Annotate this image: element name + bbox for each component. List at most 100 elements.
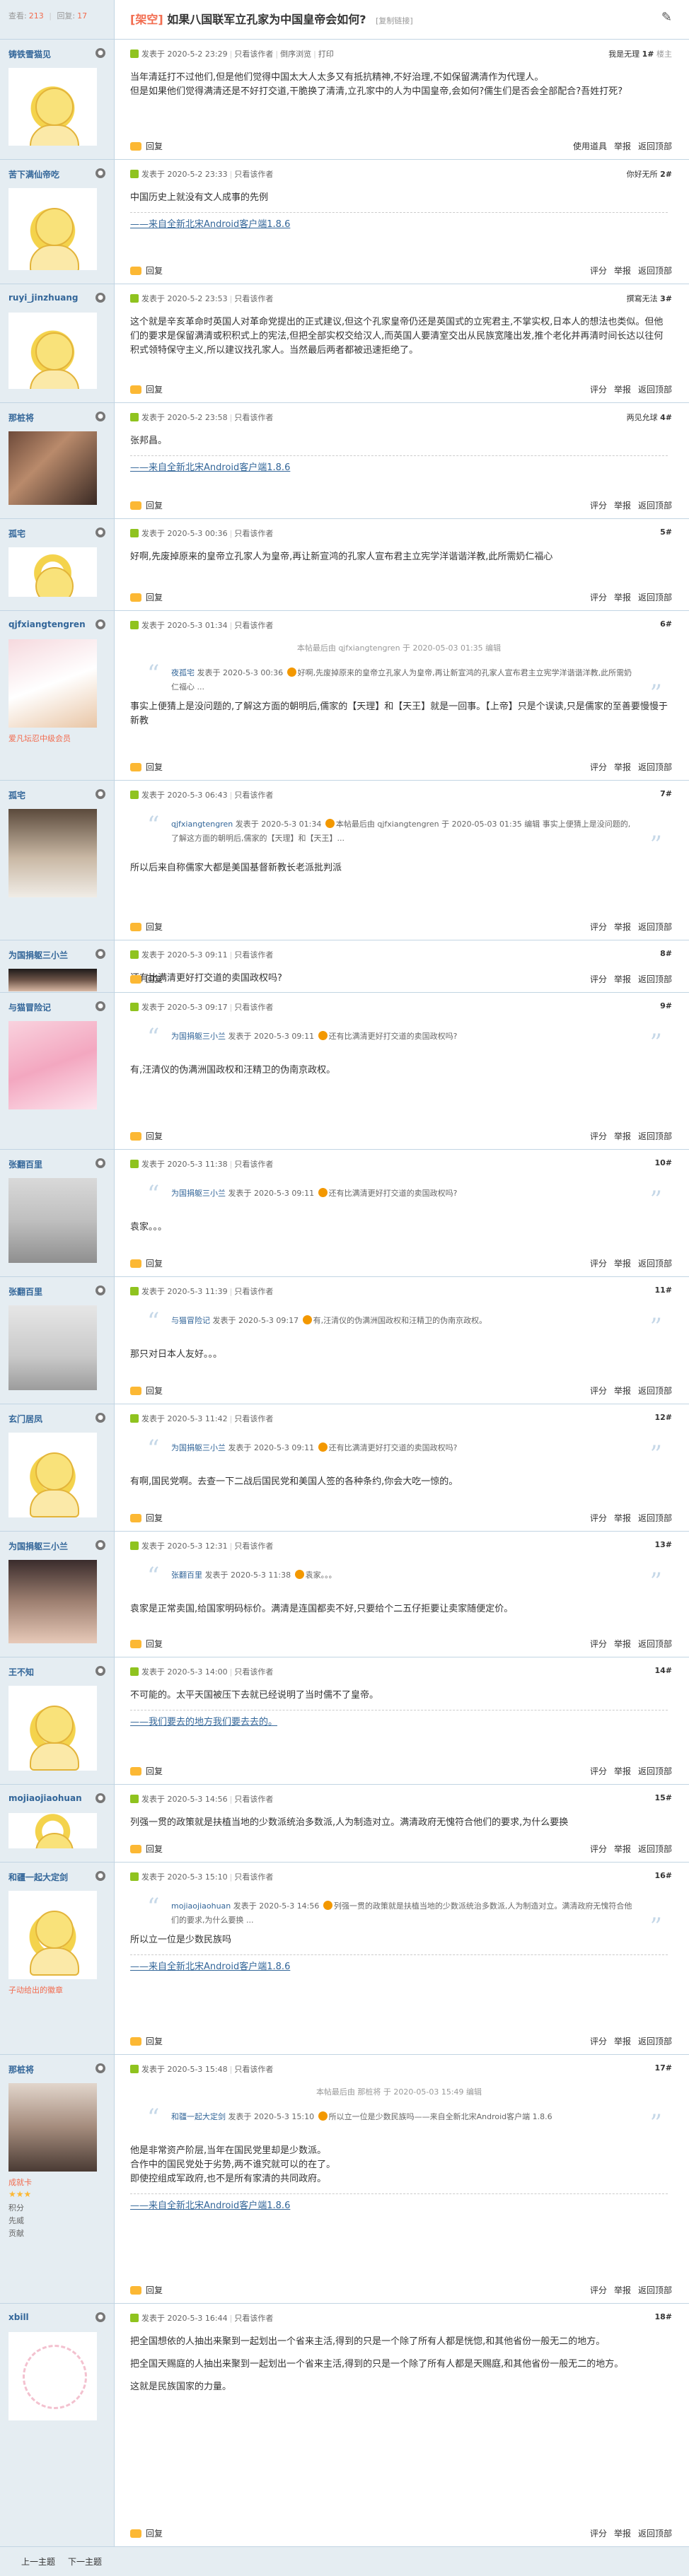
report-link[interactable]: 举报 — [614, 2285, 631, 2295]
thread-type-tag[interactable]: [架空] — [130, 13, 163, 26]
reverse-order-link[interactable]: 倒序浏览 — [280, 49, 311, 59]
rate-link[interactable]: 评分 — [590, 762, 607, 772]
quote-author[interactable]: 为国捐躯三小兰 — [171, 1032, 228, 1041]
only-author-link[interactable]: 只看该作者 — [234, 170, 273, 179]
back-to-top-link[interactable]: 返回顶部 — [638, 1259, 672, 1269]
reply-button[interactable]: 回复 — [130, 1843, 163, 1855]
author-name[interactable]: 玄门居凤 — [8, 1413, 42, 1425]
print-link[interactable]: 打印 — [318, 49, 334, 59]
quote-author[interactable]: 为国捐躯三小兰 — [171, 1189, 228, 1198]
floor-number[interactable]: 7# — [660, 789, 672, 798]
author-name[interactable]: xbill — [8, 2312, 29, 2322]
rate-link[interactable]: 评分 — [590, 1131, 607, 1141]
report-link[interactable]: 举报 — [614, 141, 631, 151]
back-to-top-link[interactable]: 返回顶部 — [638, 141, 672, 151]
floor-number[interactable]: 13# — [654, 1540, 672, 1549]
floor-number[interactable]: 5# — [660, 528, 672, 537]
back-to-top-link[interactable]: 返回顶部 — [638, 762, 672, 772]
next-thread-link[interactable]: 下一主题 — [68, 2555, 102, 2568]
edit-icon[interactable]: ✎ — [661, 10, 672, 25]
rate-link[interactable]: 评分 — [590, 501, 607, 511]
signature-link[interactable]: ——来自全新北宋Android客户端1.8.6 — [130, 2198, 290, 2211]
quote-author[interactable]: mojiaojiaohuan — [171, 1901, 233, 1911]
report-link[interactable]: 举报 — [614, 1766, 631, 1776]
reply-button[interactable]: 回复 — [130, 2284, 163, 2296]
only-author-link[interactable]: 只看该作者 — [234, 294, 273, 303]
only-author-link[interactable]: 只看该作者 — [234, 950, 273, 960]
reply-button[interactable]: 回复 — [130, 264, 163, 276]
quote-author[interactable]: qjfxiangtengren — [171, 820, 236, 829]
report-link[interactable]: 举报 — [614, 1259, 631, 1269]
only-author-link[interactable]: 只看该作者 — [234, 1541, 273, 1551]
author-name[interactable]: 那桩将 — [8, 412, 34, 424]
signature-link[interactable]: ——来自全新北宋Android客户端1.8.6 — [130, 460, 290, 473]
reply-button[interactable]: 回复 — [130, 499, 163, 511]
quote-author[interactable]: 为国捐躯三小兰 — [171, 1443, 228, 1452]
floor-number[interactable]: 18# — [654, 2312, 672, 2321]
author-name[interactable]: 张翻百里 — [8, 1286, 42, 1298]
only-author-link[interactable]: 只看该作者 — [234, 529, 273, 538]
avatar[interactable] — [8, 431, 97, 505]
reply-button[interactable]: 回复 — [130, 2035, 163, 2047]
quote-author[interactable]: 张翻百里 — [171, 1570, 205, 1580]
floor-number[interactable]: 我是无理 1# 楼主 — [608, 48, 672, 59]
only-author-link[interactable]: 只看该作者 — [234, 1287, 273, 1296]
avatar[interactable] — [8, 1021, 97, 1109]
report-link[interactable]: 举报 — [614, 593, 631, 602]
floor-number[interactable]: 17# — [654, 2063, 672, 2073]
avatar[interactable] — [8, 1560, 97, 1643]
reply-button[interactable]: 回复 — [130, 383, 163, 395]
reply-button[interactable]: 回复 — [130, 2527, 163, 2539]
use-item-link[interactable]: 使用道具 — [573, 141, 607, 151]
author-name[interactable]: 那桩将 — [8, 2063, 34, 2075]
rate-link[interactable]: 评分 — [590, 593, 607, 602]
only-author-link[interactable]: 只看该作者 — [234, 413, 273, 422]
only-author-link[interactable]: 只看该作者 — [234, 1003, 273, 1012]
floor-number[interactable]: 8# — [660, 949, 672, 958]
back-to-top-link[interactable]: 返回顶部 — [638, 922, 672, 932]
author-name[interactable]: 为国捐躯三小兰 — [8, 949, 68, 961]
rate-link[interactable]: 评分 — [590, 974, 607, 984]
floor-number[interactable]: 撰寫无法 3# — [627, 293, 672, 304]
signature-link[interactable]: ——我们要去的地方我们要去去的。 — [130, 1714, 277, 1727]
rate-link[interactable]: 评分 — [590, 1386, 607, 1396]
only-author-link[interactable]: 只看该作者 — [234, 621, 273, 630]
report-link[interactable]: 举报 — [614, 974, 631, 984]
floor-number[interactable]: 两见允球 4# — [627, 412, 672, 423]
avatar[interactable] — [8, 969, 97, 991]
report-link[interactable]: 举报 — [614, 1513, 631, 1523]
copy-link-button[interactable]: [复制链接] — [376, 16, 413, 25]
prev-thread-link[interactable]: 上一主题 — [21, 2555, 55, 2568]
only-author-link[interactable]: 只看该作者 — [234, 1795, 273, 1804]
back-to-top-link[interactable]: 返回顶部 — [638, 1639, 672, 1649]
author-name[interactable]: ruyi_jinzhuang — [8, 293, 78, 303]
reply-button[interactable]: 回复 — [130, 591, 163, 603]
report-link[interactable]: 举报 — [614, 501, 631, 511]
report-link[interactable]: 举报 — [614, 2529, 631, 2539]
avatar[interactable] — [8, 547, 97, 597]
floor-number[interactable]: 12# — [654, 1413, 672, 1422]
floor-number[interactable]: 10# — [654, 1158, 672, 1167]
report-link[interactable]: 举报 — [614, 1844, 631, 1854]
reply-button[interactable]: 回复 — [130, 1385, 163, 1397]
report-link[interactable]: 举报 — [614, 385, 631, 395]
rate-link[interactable]: 评分 — [590, 1259, 607, 1269]
rate-link[interactable]: 评分 — [590, 2285, 607, 2295]
report-link[interactable]: 举报 — [614, 1386, 631, 1396]
author-name[interactable]: 为国捐躯三小兰 — [8, 1540, 68, 1552]
only-author-link[interactable]: 只看该作者 — [234, 791, 273, 800]
back-to-top-link[interactable]: 返回顶部 — [638, 2036, 672, 2046]
avatar[interactable] — [8, 809, 97, 897]
author-name[interactable]: 孤宅 — [8, 528, 25, 540]
back-to-top-link[interactable]: 返回顶部 — [638, 1766, 672, 1776]
avatar[interactable] — [8, 639, 97, 728]
report-link[interactable]: 举报 — [614, 922, 631, 932]
report-link[interactable]: 举报 — [614, 1131, 631, 1141]
quote-author[interactable]: 与猫冒险记 — [171, 1316, 213, 1325]
avatar[interactable] — [8, 1813, 97, 1848]
back-to-top-link[interactable]: 返回顶部 — [638, 1131, 672, 1141]
back-to-top-link[interactable]: 返回顶部 — [638, 1844, 672, 1854]
rate-link[interactable]: 评分 — [590, 266, 607, 276]
only-author-link[interactable]: 只看该作者 — [234, 1414, 273, 1423]
reply-button[interactable]: 回复 — [130, 973, 163, 985]
